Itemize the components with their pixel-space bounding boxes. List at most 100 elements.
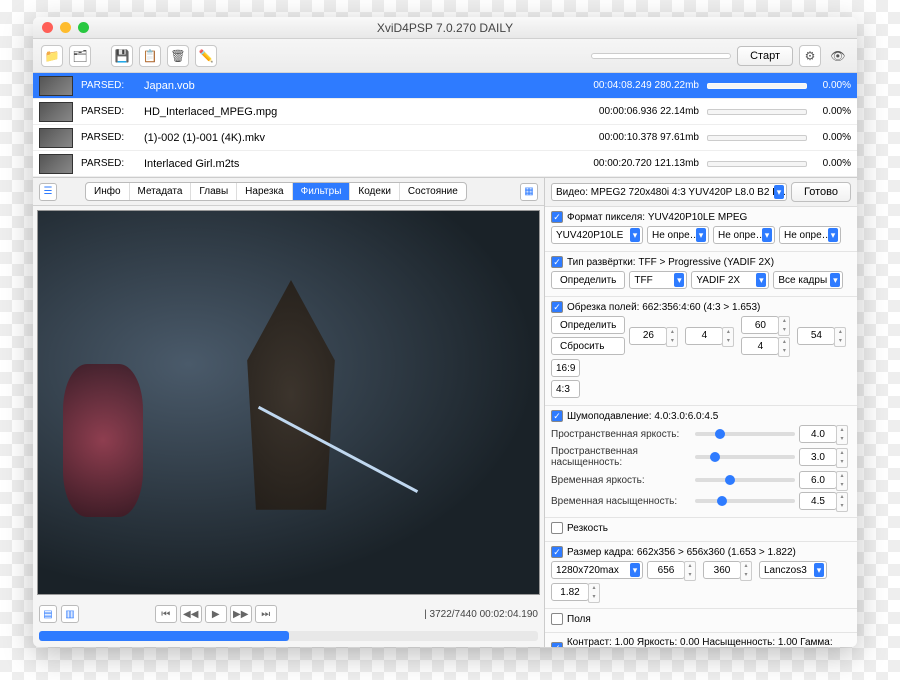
section-fields: ✓Поля: [545, 609, 857, 633]
window-title: XviD4PSP 7.0.270 DAILY: [33, 21, 857, 35]
scan-checkbox[interactable]: ✓: [551, 256, 563, 268]
pixfmt-o2[interactable]: Не опре…: [713, 226, 775, 244]
crop-v5[interactable]: 54: [797, 327, 835, 345]
denoise-r3-label: Временная яркость:: [551, 475, 691, 486]
denoise-r2-slider[interactable]: [695, 455, 795, 459]
denoise-r3-slider[interactable]: [695, 478, 795, 482]
denoise-r4-value[interactable]: 4.5: [799, 492, 837, 510]
app-window: XviD4PSP 7.0.270 DAILY 📁 🗂 💾 📋 🗑 ✏️ Стар…: [33, 17, 857, 647]
resize-w[interactable]: 656: [647, 561, 685, 579]
fields-checkbox[interactable]: ✓: [551, 613, 563, 625]
crop-bottom[interactable]: 4: [741, 337, 779, 355]
file-percent: 0.00%: [815, 158, 851, 169]
file-percent: 0.00%: [815, 80, 851, 91]
video-stream-select[interactable]: Видео: MPEG2 720x480i 4:3 YUV420P L8.0 B…: [551, 183, 787, 201]
resize-preset-select[interactable]: 1280x720max: [551, 561, 643, 579]
pixfmt-select[interactable]: YUV420P10LE: [551, 226, 643, 244]
denoise-checkbox[interactable]: ✓: [551, 410, 563, 422]
crop-detect-button[interactable]: Определить: [551, 316, 625, 334]
denoise-r2-label: Пространственная насыщенность:: [551, 446, 691, 468]
section-sharp: ✓Резкость: [545, 518, 857, 542]
resize-par[interactable]: 1.82: [551, 583, 589, 601]
seek-bar[interactable]: [39, 631, 538, 641]
list-icon[interactable]: ☰: [39, 183, 57, 201]
file-progress: [707, 109, 807, 115]
view1-icon[interactable]: ▤: [39, 605, 57, 623]
file-name: (1)-002 (1)-001 (4K).mkv: [144, 132, 531, 144]
file-name: Japan.vob: [144, 80, 531, 92]
pixfmt-title: Формат пикселя: YUV420P10LE MPEG: [567, 212, 747, 223]
expand-icon[interactable]: ▦: [520, 183, 538, 201]
tab-4[interactable]: Фильтры: [293, 183, 351, 200]
file-row[interactable]: PARSED: HD_Interlaced_MPEG.mpg 00:00:06.93…: [33, 99, 857, 125]
playback-info: | 3722/7440 00:02:04.190: [424, 609, 538, 620]
scan-detect-button[interactable]: Определить: [551, 271, 625, 289]
scan-tff-select[interactable]: TFF: [629, 271, 687, 289]
file-time: 00:00:20.720 121.13mb: [539, 158, 699, 169]
aspect-169-button[interactable]: 16:9: [551, 359, 580, 377]
denoise-r1-label: Пространственная яркость:: [551, 429, 691, 440]
resize-checkbox[interactable]: ✓: [551, 546, 563, 558]
edit-icon[interactable]: ✏️: [195, 45, 217, 67]
file-row[interactable]: PARSED:Japan.vob00:04:08.249 280.22mb0.0…: [33, 73, 857, 99]
pixfmt-checkbox[interactable]: ✓: [551, 211, 563, 223]
tab-2[interactable]: Главы: [191, 183, 237, 200]
start-button[interactable]: Старт: [737, 46, 793, 66]
denoise-r4-slider[interactable]: [695, 499, 795, 503]
file-percent: 0.00%: [815, 132, 851, 143]
denoise-r1-value[interactable]: 4.0: [799, 425, 837, 443]
tab-6[interactable]: Состояние: [400, 183, 466, 200]
file-progress: [707, 135, 807, 141]
pixfmt-o1[interactable]: Не опре…: [647, 226, 709, 244]
sharp-checkbox[interactable]: ✓: [551, 522, 563, 534]
file-status: PARSED:: [81, 106, 136, 117]
pixfmt-o3[interactable]: Не опре…: [779, 226, 841, 244]
play-icon[interactable]: ▶: [205, 605, 227, 623]
scan-method-select[interactable]: YADIF 2X: [691, 271, 769, 289]
crop-right[interactable]: 4: [685, 327, 723, 345]
file-row[interactable]: PARSED:(1)-002 (1)-001 (4K).mkv00:00:10.…: [33, 125, 857, 151]
ready-button[interactable]: Готово: [791, 182, 851, 202]
tab-5[interactable]: Кодеки: [350, 183, 400, 200]
file-row[interactable]: PARSED:Interlaced Girl.m2ts00:00:20.720 …: [33, 151, 857, 177]
open-icon[interactable]: 📁: [41, 45, 63, 67]
step-back-icon[interactable]: ◀◀: [180, 605, 202, 623]
color-checkbox[interactable]: ✓: [551, 642, 563, 647]
aspect-43-button[interactable]: 4:3: [551, 380, 580, 398]
tab-0[interactable]: Инфо: [86, 183, 130, 200]
skip-start-icon[interactable]: ⏮: [155, 605, 177, 623]
open2-icon[interactable]: 🗂: [69, 45, 91, 67]
crop-reset-button[interactable]: Сбросить: [551, 337, 625, 355]
section-scan: ✓ Тип развёртки: TFF > Progressive (YADIF…: [545, 252, 857, 297]
video-preview[interactable]: [37, 210, 540, 595]
copy-icon[interactable]: 📋: [139, 45, 161, 67]
file-time: 00:04:08.249 280.22mb: [539, 80, 699, 91]
delete-icon[interactable]: 🗑: [167, 45, 189, 67]
file-list: PARSED: Japan.vob 00:04:08.249 280.22mb 0.0…: [33, 73, 857, 178]
save-icon[interactable]: 💾: [111, 45, 133, 67]
section-pixfmt: ✓ Формат пикселя: YUV420P10LE MPEG YUV420…: [545, 207, 857, 252]
tab-1[interactable]: Метадата: [130, 183, 192, 200]
skip-end-icon[interactable]: ⏭: [255, 605, 277, 623]
denoise-r4-label: Временная насыщенность:: [551, 496, 691, 507]
playback-controls: ▤ ▥ ⏮ ◀◀ ▶ ▶▶ ⏭ | 3722/7440 00:02:04.190: [33, 599, 544, 629]
scan-title: Тип развёртки: TFF > Progressive (YADIF …: [567, 257, 774, 268]
gear-icon[interactable]: ⚙: [799, 45, 821, 67]
file-name: HD_Interlaced_MPEG.mpg: [144, 106, 531, 118]
eye-icon[interactable]: 👁: [827, 45, 849, 67]
denoise-r3-value[interactable]: 6.0: [799, 471, 837, 489]
crop-left[interactable]: 26: [629, 327, 667, 345]
section-denoise: ✓Шумоподавление: 4.0:3.0:6.0:4.5 Простра…: [545, 406, 857, 518]
resize-h[interactable]: 360: [703, 561, 741, 579]
view2-icon[interactable]: ▥: [61, 605, 79, 623]
file-thumb-icon: [39, 128, 73, 148]
scan-frames-select[interactable]: Все кадры: [773, 271, 843, 289]
crop-checkbox[interactable]: ✓: [551, 301, 563, 313]
file-time: 00:00:06.936 22.14mb: [539, 106, 699, 117]
denoise-r1-slider[interactable]: [695, 432, 795, 436]
step-fwd-icon[interactable]: ▶▶: [230, 605, 252, 623]
crop-top[interactable]: 60: [741, 316, 779, 334]
denoise-r2-value[interactable]: 3.0: [799, 448, 837, 466]
resize-alg-select[interactable]: Lanczos3: [759, 561, 827, 579]
tab-3[interactable]: Нарезка: [237, 183, 292, 200]
